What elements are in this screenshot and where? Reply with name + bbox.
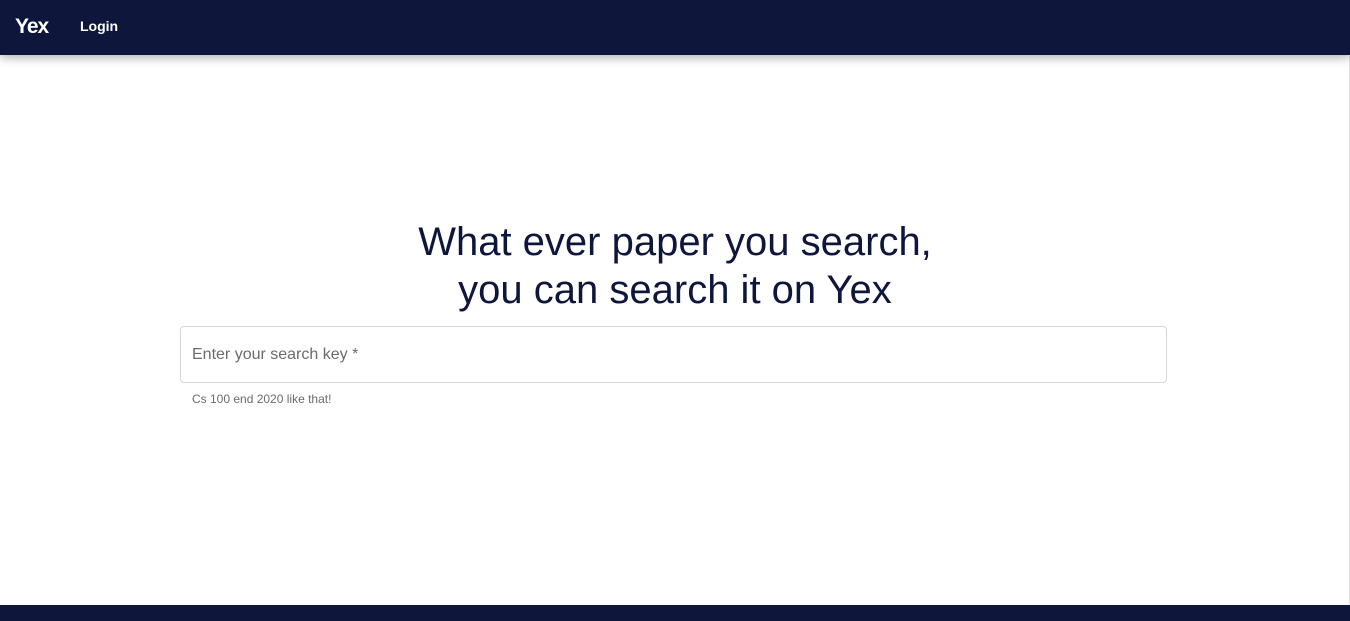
search-field [180,326,1167,383]
login-link[interactable]: Login [80,17,118,35]
search-input[interactable] [181,327,1166,382]
top-navbar: Yex Login [0,0,1350,55]
search-helper-text: Cs 100 end 2020 like that! [192,392,332,406]
brand-logo[interactable]: Yex [15,14,49,40]
hero-heading: What ever paper you search, you can sear… [0,218,1350,314]
hero-heading-line-1: What ever paper you search, [418,220,932,264]
page-footer [0,605,1350,621]
hero-heading-line-2: you can search it on Yex [458,268,892,312]
